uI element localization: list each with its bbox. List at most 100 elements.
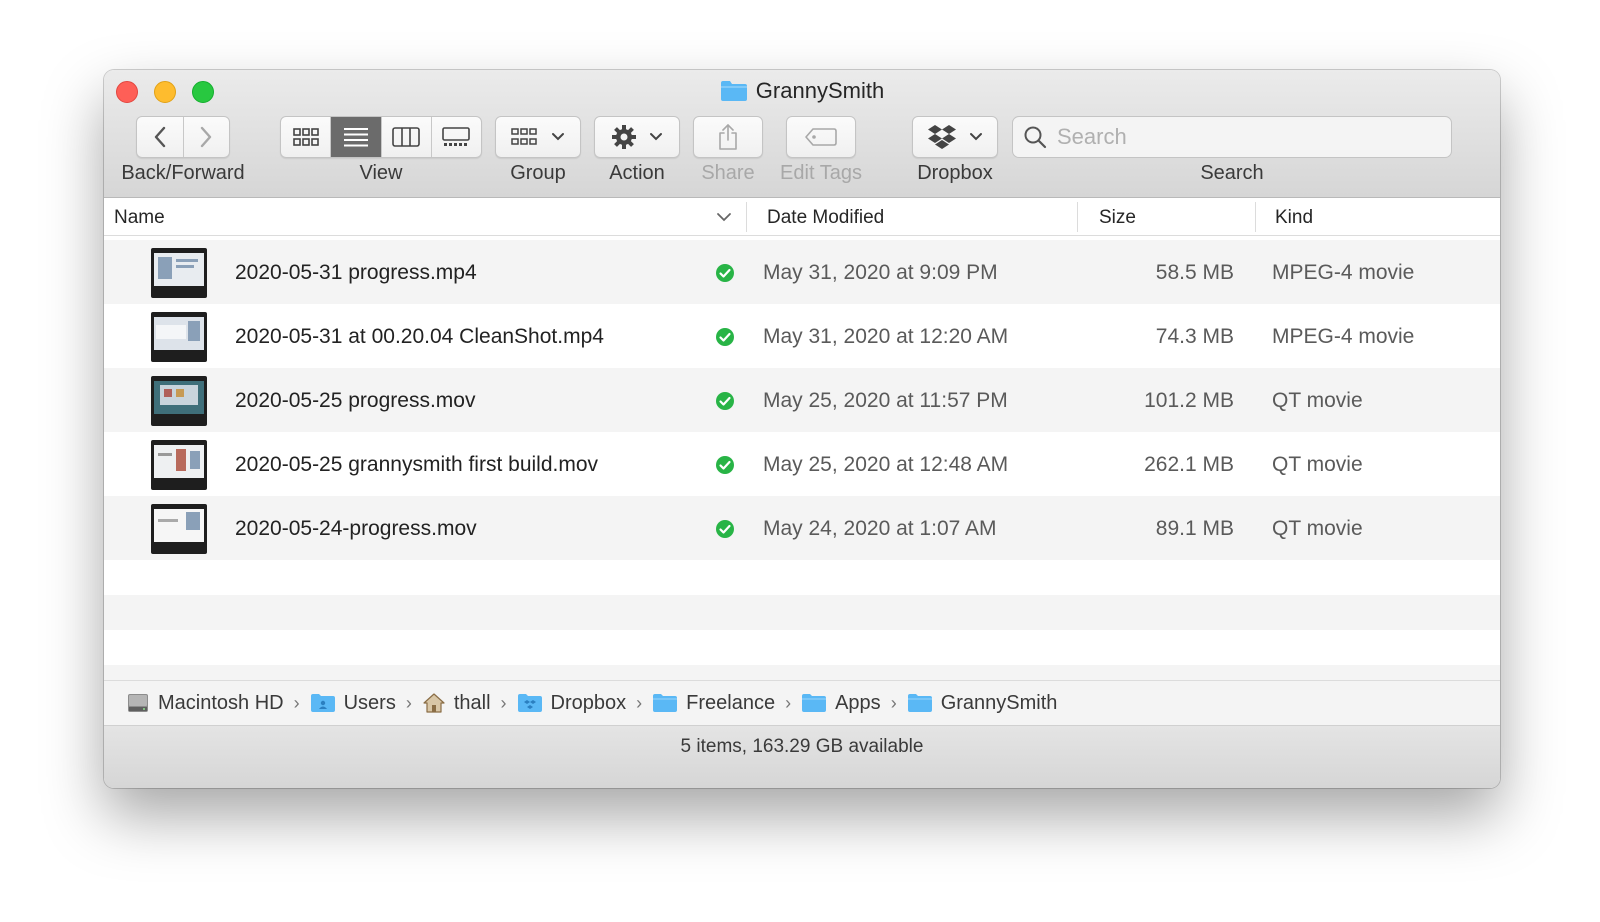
folder-icon xyxy=(907,694,932,712)
edit-tags-button[interactable] xyxy=(786,116,856,158)
view-icons-button[interactable] xyxy=(281,117,332,157)
chevron-down-icon xyxy=(552,133,564,141)
back-button[interactable] xyxy=(137,117,184,157)
users-folder-icon xyxy=(310,694,335,712)
dropbox-button-content xyxy=(913,117,997,157)
group-icon xyxy=(511,128,537,145)
file-date: May 31, 2020 at 12:20 AM xyxy=(763,325,1009,348)
path-item-label: Apps xyxy=(835,691,881,714)
file-name: 2020-05-24-progress.mov xyxy=(235,517,477,540)
column-size-header[interactable]: Size xyxy=(1099,207,1136,229)
path-item-grannysmith[interactable]: GrannySmith xyxy=(907,691,1058,715)
chevron-right-icon xyxy=(201,126,212,148)
path-item-label: Users xyxy=(343,691,396,714)
hard-drive-icon xyxy=(128,694,148,712)
group-button[interactable] xyxy=(495,116,581,158)
video-thumbnail xyxy=(151,504,207,554)
sync-status-icon xyxy=(715,263,735,289)
dropbox-button[interactable] xyxy=(912,116,998,158)
list-view-icon xyxy=(343,128,368,147)
file-row[interactable]: 2020-05-31 at 00.20.04 CleanShot.mp4 May… xyxy=(104,304,1500,368)
path-item-label: GrannySmith xyxy=(940,691,1058,714)
file-name: 2020-05-25 grannysmith first build.mov xyxy=(235,453,599,476)
file-name: 2020-05-31 at 00.20.04 CleanShot.mp4 xyxy=(235,325,604,348)
chevron-right-icon: › xyxy=(405,692,412,713)
search-icon xyxy=(1024,126,1047,149)
view-list-button[interactable] xyxy=(331,117,382,157)
dropbox-icon xyxy=(928,125,956,149)
search-input[interactable] xyxy=(1057,124,1437,150)
path-item-users[interactable]: Users xyxy=(310,692,396,715)
column-separator[interactable] xyxy=(1255,202,1256,232)
path-item-apps[interactable]: Apps xyxy=(801,692,881,715)
finder-window: GrannySmith Back/Forward View Group Acti… xyxy=(104,70,1500,788)
back-forward-label: Back/Forward xyxy=(121,162,245,184)
sort-descending-icon[interactable] xyxy=(716,212,732,222)
file-name: 2020-05-31 progress.mp4 xyxy=(235,261,477,284)
path-item-label: thall xyxy=(453,691,491,714)
icon-view-icon xyxy=(292,128,319,146)
chevron-right-icon: › xyxy=(293,692,300,713)
sync-status-icon xyxy=(715,327,735,353)
share-label: Share xyxy=(701,162,755,184)
file-size: 74.3 MB xyxy=(1155,325,1234,348)
file-kind: QT movie xyxy=(1272,453,1363,476)
chevron-right-icon: › xyxy=(500,692,507,713)
share-button[interactable] xyxy=(693,116,763,158)
view-columns-button[interactable] xyxy=(382,117,432,157)
path-item-freelance[interactable]: Freelance xyxy=(652,692,775,715)
action-button[interactable] xyxy=(594,116,680,158)
column-kind-header[interactable]: Kind xyxy=(1275,207,1313,229)
video-thumbnail xyxy=(151,440,207,490)
column-header: Name Date Modified Size Kind xyxy=(104,198,1500,236)
edit-tags-label: Edit Tags xyxy=(780,162,862,184)
file-row[interactable]: 2020-05-31 progress.mp4 May 31, 2020 at … xyxy=(104,240,1500,304)
group-label: Group xyxy=(510,162,566,184)
forward-button[interactable] xyxy=(184,117,230,157)
path-item-dropbox[interactable]: Dropbox xyxy=(517,692,626,715)
gear-icon xyxy=(612,125,636,149)
file-kind: MPEG-4 movie xyxy=(1272,325,1415,348)
action-label: Action xyxy=(609,162,665,184)
file-size: 58.5 MB xyxy=(1155,261,1234,284)
action-button-content xyxy=(595,117,679,157)
column-date-header[interactable]: Date Modified xyxy=(767,207,884,229)
view-gallery-button[interactable] xyxy=(432,117,481,157)
edit-tags-button-content xyxy=(787,117,855,157)
folder-icon xyxy=(802,694,827,712)
status-text: 5 items, 163.29 GB available xyxy=(680,736,924,757)
status-bar: 5 items, 163.29 GB available xyxy=(104,726,1500,788)
tag-icon xyxy=(805,128,837,146)
folder-icon xyxy=(653,694,678,712)
file-date: May 31, 2020 at 9:09 PM xyxy=(763,261,998,284)
video-thumbnail xyxy=(151,376,207,426)
window-title: GrannySmith xyxy=(104,78,1500,104)
back-forward-control xyxy=(136,116,230,158)
file-kind: MPEG-4 movie xyxy=(1272,261,1415,284)
sync-status-icon xyxy=(715,455,735,481)
file-row[interactable]: 2020-05-25 progress.mov May 25, 2020 at … xyxy=(104,368,1500,432)
column-separator[interactable] xyxy=(1077,202,1078,232)
empty-row xyxy=(104,630,1500,665)
share-icon xyxy=(719,124,737,150)
file-size: 262.1 MB xyxy=(1144,453,1234,476)
toolbar: GrannySmith Back/Forward View Group Acti… xyxy=(104,70,1500,198)
file-date: May 24, 2020 at 1:07 AM xyxy=(763,517,997,540)
sync-status-icon xyxy=(715,391,735,417)
chevron-right-icon: › xyxy=(785,692,792,713)
file-row[interactable]: 2020-05-24-progress.mov May 24, 2020 at … xyxy=(104,496,1500,560)
chevron-down-icon xyxy=(970,133,982,141)
column-separator[interactable] xyxy=(746,202,747,232)
file-list: 2020-05-31 progress.mp4 May 31, 2020 at … xyxy=(104,236,1500,680)
search-field[interactable] xyxy=(1012,116,1452,158)
empty-row xyxy=(104,665,1500,680)
group-button-content xyxy=(496,117,580,157)
view-label: View xyxy=(359,162,403,184)
path-item-thall[interactable]: thall xyxy=(422,692,491,715)
file-row[interactable]: 2020-05-25 grannysmith first build.mov M… xyxy=(104,432,1500,496)
chevron-right-icon: › xyxy=(890,692,897,713)
column-name-header[interactable]: Name xyxy=(114,207,165,229)
path-item-label: Freelance xyxy=(686,691,776,714)
path-item-macintosh-hd[interactable]: Macintosh HD xyxy=(126,691,284,715)
file-size: 101.2 MB xyxy=(1144,389,1234,412)
